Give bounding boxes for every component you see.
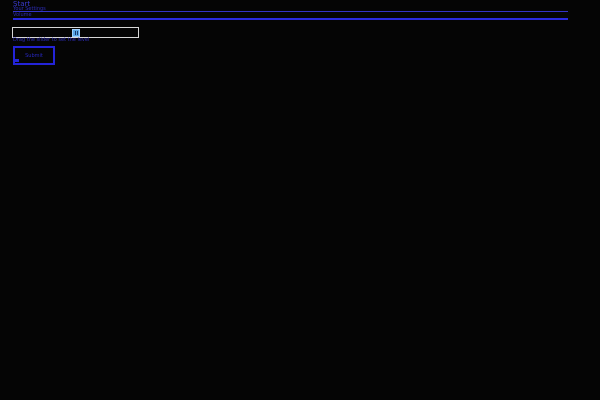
section-divider xyxy=(13,18,568,20)
slider-caption: Drag the slider to set the level xyxy=(13,37,90,43)
submit-button[interactable]: Submit xyxy=(13,46,55,65)
header-divider xyxy=(13,11,568,12)
focus-indicator xyxy=(13,59,19,62)
volume-slider-thumb[interactable] xyxy=(72,29,80,37)
page: Start Your Settings Volume Drag the slid… xyxy=(0,0,600,400)
